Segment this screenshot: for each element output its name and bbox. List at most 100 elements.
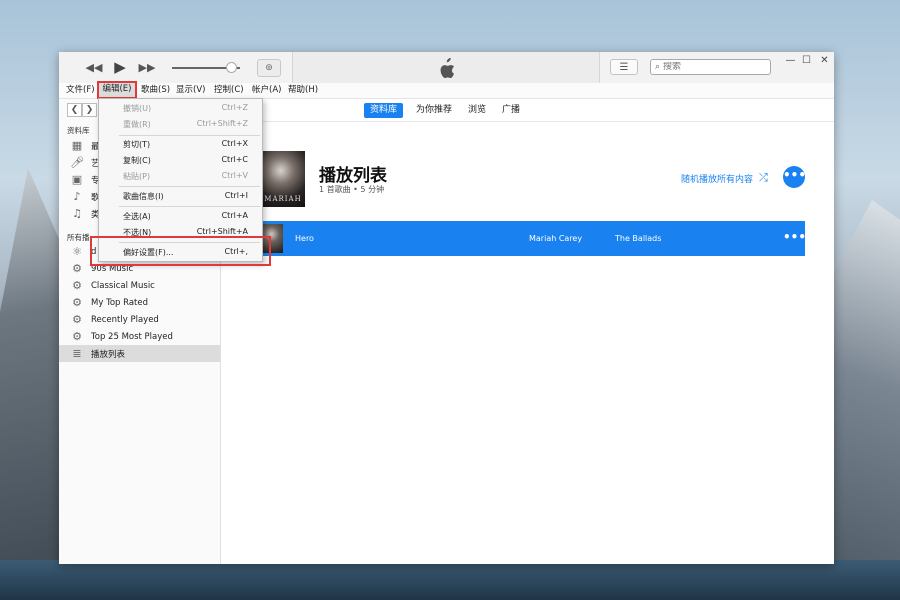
tab-radio[interactable]: 广播 bbox=[496, 103, 526, 118]
menu-item-label: 剪切(T) bbox=[123, 140, 151, 149]
gear-icon: ⚙ bbox=[72, 296, 82, 309]
main-content: 资料库 为你推荐 浏览 广播 MARIAH 播放列表 1 首歌曲 • 5 分钟 … bbox=[221, 99, 834, 564]
shuffle-label: 随机播放所有内容 bbox=[681, 174, 754, 185]
close-icon[interactable]: ✕ bbox=[818, 55, 831, 67]
wallpaper-mountain-right bbox=[830, 200, 900, 600]
menu-item-select-all[interactable]: 全选(A) Ctrl+A bbox=[99, 209, 262, 225]
menu-item-label: 偏好设置(F)... bbox=[123, 248, 174, 257]
track-artwork bbox=[262, 224, 283, 253]
tab-bar: 资料库 为你推荐 浏览 广播 bbox=[221, 99, 834, 122]
album-icon: ▣ bbox=[71, 173, 83, 186]
play-icon[interactable]: ▶ bbox=[112, 58, 128, 76]
sidebar-item-label: 播放列表 bbox=[91, 349, 126, 360]
row-more-button[interactable]: ••• bbox=[783, 230, 806, 244]
sidebar-item-classical-music[interactable]: ⚙ Classical Music bbox=[59, 277, 220, 294]
shuffle-all-button[interactable]: 随机播放所有内容 ⤮ bbox=[681, 171, 768, 185]
menu-item-shortcut: Ctrl+C bbox=[221, 155, 248, 164]
sidebar-item-my-top-rated[interactable]: ⚙ My Top Rated bbox=[59, 294, 220, 311]
menu-item-shortcut: Ctrl+I bbox=[224, 191, 248, 200]
menu-separator bbox=[119, 206, 260, 207]
volume-knob[interactable] bbox=[226, 62, 238, 73]
menu-bar: 文件(F) 编辑(E) 歌曲(S) 显示(V) 控制(C) 帐户(A) 帮助(H… bbox=[59, 81, 834, 99]
menu-item-copy[interactable]: 复制(C) Ctrl+C bbox=[99, 153, 262, 169]
microphone-icon: 🎤︎ bbox=[70, 156, 84, 169]
player-toolbar: ◀◀ ▶ ▶▶ ⊚ ☰ ⌕ — ☐ ✕ bbox=[59, 52, 834, 83]
menu-item-paste[interactable]: 粘贴(P) Ctrl+V bbox=[99, 169, 262, 185]
up-next-list-button[interactable]: ☰ bbox=[610, 59, 638, 75]
shuffle-icon: ⤮ bbox=[759, 171, 768, 184]
airplay-icon: ⊚ bbox=[265, 63, 273, 73]
menu-item-shortcut: Ctrl+Shift+A bbox=[196, 227, 248, 236]
fast-forward-icon[interactable]: ▶▶ bbox=[139, 59, 156, 75]
menu-item-label: 歌曲信息(I) bbox=[123, 192, 164, 201]
menu-controls[interactable]: 控制(C) bbox=[214, 84, 244, 97]
menu-separator bbox=[119, 242, 260, 243]
more-options-button[interactable]: ••• bbox=[783, 166, 806, 188]
track-album[interactable]: The Ballads bbox=[615, 234, 661, 243]
menu-file[interactable]: 文件(F) bbox=[66, 84, 95, 97]
menu-view[interactable]: 显示(V) bbox=[176, 84, 205, 97]
library-heading: 资料库 bbox=[67, 126, 90, 135]
tab-library[interactable]: 资料库 bbox=[364, 103, 404, 118]
search-input[interactable] bbox=[663, 62, 754, 72]
sidebar-item-label: 90s Music bbox=[91, 263, 134, 274]
track-artist[interactable]: Mariah Carey bbox=[529, 234, 582, 243]
track-title: Hero bbox=[295, 234, 314, 243]
menu-item-undo[interactable]: 撤销(U) Ctrl+Z bbox=[99, 101, 262, 117]
menu-account[interactable]: 帐户(A) bbox=[252, 84, 281, 97]
back-button[interactable]: ❮ bbox=[67, 103, 82, 117]
menu-item-shortcut: Ctrl+Shift+Z bbox=[196, 119, 248, 128]
sidebar-item-90s-music[interactable]: ⚙ 90s Music bbox=[59, 260, 220, 277]
maximize-icon[interactable]: ☐ bbox=[800, 55, 813, 67]
menu-item-label: 复制(C) bbox=[123, 156, 151, 165]
apple-logo-icon bbox=[440, 57, 454, 78]
menu-edit[interactable]: 编辑(E) bbox=[97, 81, 137, 99]
menu-item-redo[interactable]: 重做(R) Ctrl+Shift+Z bbox=[99, 117, 262, 133]
artwork-text: MARIAH bbox=[264, 195, 302, 203]
list-icon: ☰ bbox=[619, 61, 629, 73]
menu-item-shortcut: Ctrl+A bbox=[221, 211, 248, 220]
menu-item-preferences[interactable]: 偏好设置(F)... Ctrl+, bbox=[99, 245, 262, 261]
gear-icon: ⚙ bbox=[72, 313, 82, 326]
wallpaper-sea bbox=[0, 560, 900, 600]
gear-icon: ⚙ bbox=[72, 279, 82, 292]
gear-icon: ⚙ bbox=[72, 262, 82, 275]
airplay-button[interactable]: ⊚ bbox=[257, 59, 281, 77]
edit-menu-dropdown: 撤销(U) Ctrl+Z 重做(R) Ctrl+Shift+Z 剪切(T) Ct… bbox=[98, 98, 263, 262]
menu-item-label: 重做(R) bbox=[123, 120, 151, 129]
genre-icon: ♫ bbox=[72, 207, 82, 220]
playlist-artwork: MARIAH bbox=[261, 151, 305, 207]
sidebar-item-recently-played[interactable]: ⚙ Recently Played bbox=[59, 311, 220, 328]
status-display bbox=[292, 52, 600, 83]
rewind-icon[interactable]: ◀◀ bbox=[86, 59, 103, 75]
menu-item-select-none[interactable]: 不选(N) Ctrl+Shift+A bbox=[99, 225, 262, 241]
menu-help[interactable]: 帮助(H) bbox=[288, 84, 318, 97]
sidebar-item-playlist[interactable]: ≣ 播放列表 bbox=[59, 345, 220, 362]
menu-item-label: 撤销(U) bbox=[123, 104, 152, 113]
sidebar-item-label: Classical Music bbox=[91, 280, 155, 291]
search-box[interactable]: ⌕ bbox=[650, 59, 771, 75]
tab-for-you[interactable]: 为你推荐 bbox=[410, 103, 458, 118]
playlist-title: 播放列表 bbox=[319, 166, 387, 186]
table-row[interactable]: Hero Mariah Carey The Ballads ••• bbox=[226, 221, 806, 256]
genius-icon: ⚛ bbox=[72, 245, 82, 258]
playlist-icon: ≣ bbox=[72, 347, 82, 360]
forward-button[interactable]: ❯ bbox=[82, 103, 97, 117]
menu-item-label: 不选(N) bbox=[123, 228, 152, 237]
menu-item-shortcut: Ctrl+V bbox=[221, 171, 248, 180]
menu-item-shortcut: Ctrl+, bbox=[224, 247, 248, 256]
menu-song[interactable]: 歌曲(S) bbox=[141, 84, 170, 97]
tab-browse[interactable]: 浏览 bbox=[462, 103, 492, 118]
menu-item-label: 全选(A) bbox=[123, 212, 151, 221]
sidebar-item-top-25[interactable]: ⚙ Top 25 Most Played bbox=[59, 328, 220, 345]
grid-icon: ▦ bbox=[71, 139, 83, 152]
gear-icon: ⚙ bbox=[72, 330, 82, 343]
note-icon: ♪ bbox=[73, 190, 81, 203]
menu-item-cut[interactable]: 剪切(T) Ctrl+X bbox=[99, 137, 262, 153]
menu-item-shortcut: Ctrl+Z bbox=[221, 103, 248, 112]
playlists-heading: 所有播 bbox=[67, 233, 90, 242]
minimize-icon[interactable]: — bbox=[784, 55, 797, 67]
sidebar-item-label: d bbox=[91, 246, 97, 257]
menu-item-song-info[interactable]: 歌曲信息(I) Ctrl+I bbox=[99, 189, 262, 205]
nav-buttons: ❮ ❯ bbox=[67, 103, 97, 117]
